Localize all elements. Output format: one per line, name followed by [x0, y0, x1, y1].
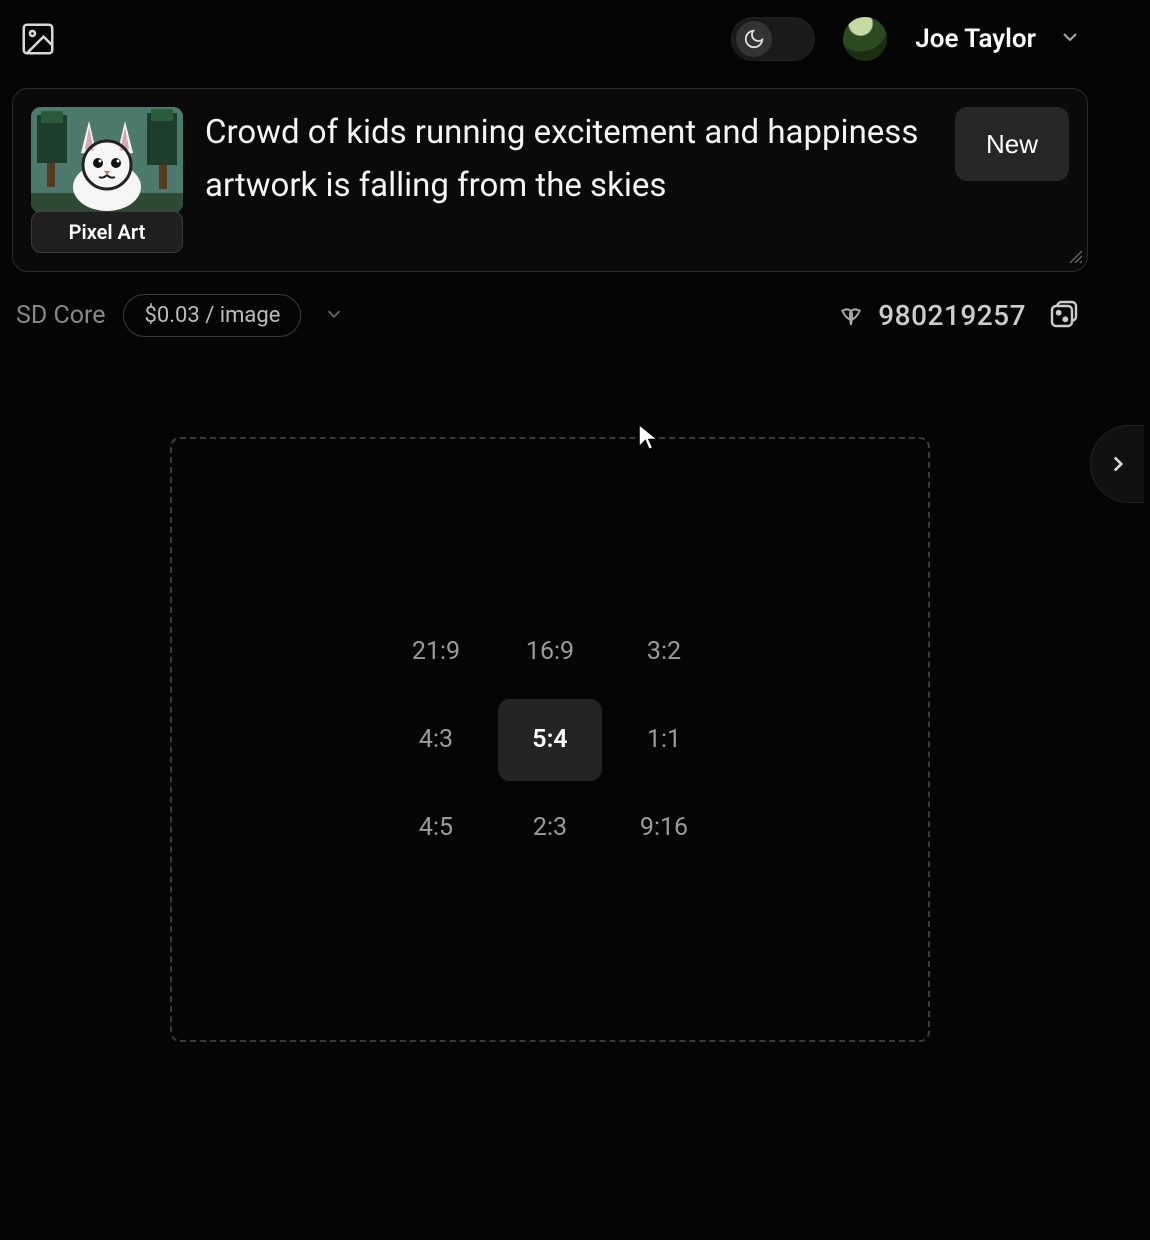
prompt-card: Pixel Art Crowd of kids running exciteme…: [12, 88, 1088, 272]
aspect-ratio-grid: 21:916:93:2 4:35:41:1 4:52:39:16: [384, 611, 716, 869]
app-header: Joe Taylor: [10, 0, 1090, 78]
aspect-ratio-option[interactable]: 1:1: [612, 699, 716, 781]
aspect-ratio-option[interactable]: 4:3: [384, 699, 488, 781]
settings-row: SD Core $0.03 / image 980219257: [10, 294, 1090, 337]
expand-panel-button[interactable]: [1090, 425, 1144, 503]
seed-value[interactable]: 980219257: [878, 299, 1026, 332]
canvas-area: 21:916:93:2 4:35:41:1 4:52:39:16: [10, 437, 1090, 1042]
aspect-ratio-option[interactable]: 4:5: [384, 787, 488, 869]
prompt-text[interactable]: Crowd of kids running excitement and hap…: [205, 107, 1069, 253]
chevron-down-icon[interactable]: [1058, 25, 1082, 53]
theme-toggle[interactable]: [731, 17, 815, 61]
resize-grip-icon[interactable]: [1066, 247, 1082, 267]
aspect-ratio-option[interactable]: 21:9: [384, 611, 488, 693]
image-placeholder-icon[interactable]: [18, 19, 58, 59]
style-thumbnail[interactable]: [31, 107, 183, 213]
dice-icon[interactable]: [1048, 298, 1084, 334]
avatar[interactable]: [843, 17, 887, 61]
aspect-ratio-option[interactable]: 3:2: [612, 611, 716, 693]
aspect-ratio-option[interactable]: 2:3: [498, 787, 602, 869]
aspect-ratio-option[interactable]: 9:16: [612, 787, 716, 869]
moon-icon: [736, 21, 772, 57]
new-button[interactable]: New: [955, 107, 1069, 181]
model-name: SD Core: [16, 301, 105, 330]
username-label: Joe Taylor: [915, 24, 1036, 54]
canvas-dropzone[interactable]: 21:916:93:2 4:35:41:1 4:52:39:16: [170, 437, 930, 1042]
chevron-down-icon[interactable]: [323, 303, 345, 329]
aspect-ratio-option[interactable]: 5:4: [498, 699, 602, 781]
style-label[interactable]: Pixel Art: [31, 211, 183, 253]
aspect-ratio-option[interactable]: 16:9: [498, 611, 602, 693]
price-pill[interactable]: $0.03 / image: [123, 294, 301, 337]
seed-icon: [838, 301, 864, 331]
